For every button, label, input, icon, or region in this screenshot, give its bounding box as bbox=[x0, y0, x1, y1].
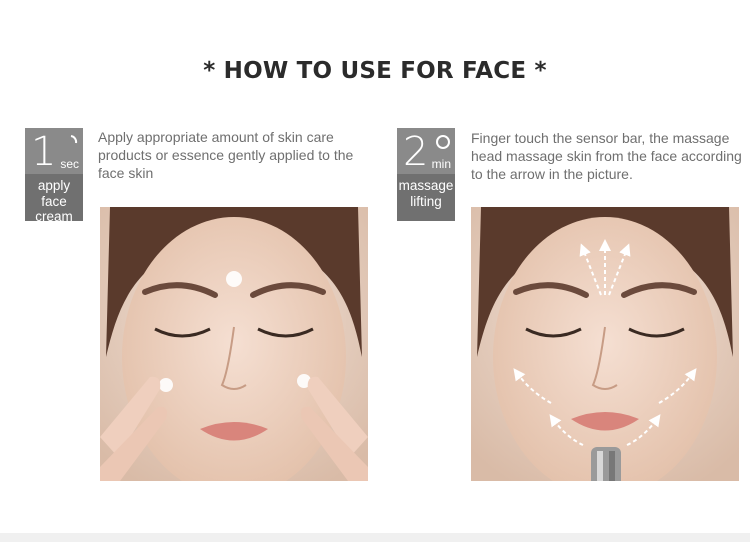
page-title: * HOW TO USE FOR FACE * bbox=[203, 58, 547, 84]
circle-icon bbox=[436, 135, 450, 149]
step-unit: min bbox=[431, 157, 451, 171]
step-1-description: Apply appropriate amount of skin care pr… bbox=[98, 129, 354, 181]
step-2-description: Finger touch the sensor bar, the massage… bbox=[471, 130, 742, 182]
step-number: 1 bbox=[31, 129, 57, 175]
bottom-divider bbox=[0, 533, 750, 542]
face-massage-arrows-photo bbox=[471, 207, 739, 481]
step-2-badge: 2 min massage lifting bbox=[397, 128, 455, 221]
step-unit: sec bbox=[60, 157, 79, 171]
step-label: massage lifting bbox=[398, 178, 454, 209]
step-label: apply face cream bbox=[35, 178, 73, 224]
face-applying-cream-photo bbox=[100, 207, 368, 481]
step-1-badge: 1 sec apply face cream bbox=[25, 128, 83, 224]
step-number: 2 bbox=[403, 129, 429, 175]
arc-icon bbox=[70, 135, 78, 144]
